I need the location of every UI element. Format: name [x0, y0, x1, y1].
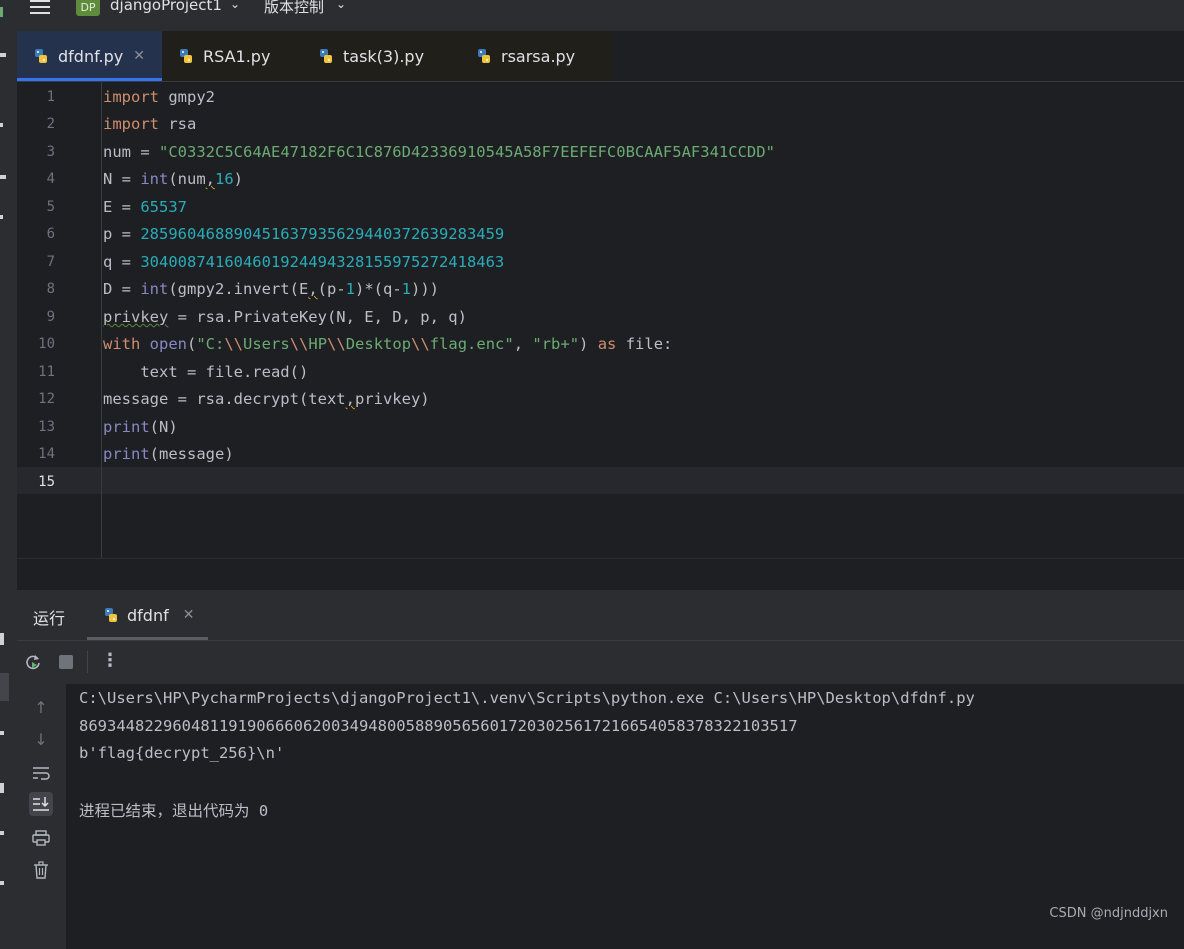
- structure-tool-icon[interactable]: [0, 175, 6, 179]
- code-editor[interactable]: 1 2 3 4 5 6 7 8 9 10 11 12 13 14 15 impo…: [17, 82, 1184, 558]
- scroll-to-end-icon[interactable]: [29, 792, 53, 816]
- code-line[interactable]: import rsa: [103, 115, 196, 133]
- console-line: C:\Users\HP\PycharmProjects\djangoProjec…: [79, 689, 975, 707]
- soft-wrap-icon[interactable]: [29, 761, 53, 785]
- line-number: 13: [38, 419, 55, 435]
- scroll-down-icon[interactable]: ↓: [29, 728, 53, 752]
- more-icon[interactable]: ⋮: [101, 650, 119, 671]
- tab-dfdnf[interactable]: dfdnf.py ✕: [17, 31, 162, 81]
- print-icon[interactable]: [29, 826, 53, 850]
- python-file-icon: [105, 608, 117, 622]
- panel-divider[interactable]: [17, 558, 1184, 591]
- vcs-menu[interactable]: 版本控制: [264, 0, 324, 17]
- run-tab-label: dfdnf: [127, 605, 169, 625]
- line-number: 11: [38, 364, 55, 380]
- run-side-toolbar: ↑ ↓: [17, 684, 66, 949]
- python-file-icon: [478, 49, 490, 63]
- active-tab-indicator: [17, 78, 162, 81]
- todo-icon[interactable]: [0, 783, 4, 793]
- menu-icon[interactable]: [30, 0, 50, 16]
- line-number-current: 15: [38, 474, 55, 490]
- tab-rsarsa[interactable]: rsarsa.py: [460, 31, 611, 81]
- code-line[interactable]: N = int(num,16): [103, 170, 243, 188]
- run-panel-title: 运行: [33, 609, 66, 628]
- tab-label: task(3).py: [343, 46, 425, 66]
- project-tool-icon[interactable]: [0, 53, 6, 57]
- code-line[interactable]: print(message): [103, 445, 234, 463]
- chevron-down-icon[interactable]: ⌄: [230, 0, 240, 11]
- tab-label: RSA1.py: [203, 46, 271, 66]
- python-file-icon: [180, 49, 192, 63]
- code-line[interactable]: text = file.read(): [103, 363, 308, 381]
- code-line[interactable]: q = 304008741604601924494328155975272418…: [103, 253, 504, 271]
- code-line[interactable]: privkey = rsa.PrivateKey(N, E, D, p, q): [103, 308, 467, 326]
- line-number: 8: [46, 281, 55, 297]
- code-line[interactable]: D = int(gmpy2.invert(E,(p-1)*(q-1))): [103, 280, 439, 298]
- current-line-highlight: [17, 467, 1184, 494]
- line-number: 2: [46, 116, 55, 132]
- run-tool-icon[interactable]: [0, 673, 9, 701]
- python-console-icon[interactable]: [0, 731, 4, 735]
- active-run-tab-indicator: [87, 637, 208, 640]
- project-badge: DP: [76, 0, 100, 16]
- rerun-icon[interactable]: [24, 653, 42, 671]
- run-toolbar: ⋮: [17, 641, 1184, 684]
- run-tab-dfdnf[interactable]: dfdnf ✕: [87, 590, 208, 640]
- bookmarks-icon[interactable]: [0, 633, 4, 645]
- watermark: CSDN @ndjnddjxn: [1049, 906, 1168, 921]
- tab-label: dfdnf.py: [58, 46, 124, 66]
- line-number: 1: [46, 89, 55, 105]
- line-number: 10: [38, 336, 55, 352]
- code-line[interactable]: E = 65537: [103, 198, 187, 216]
- console-line: b'flag{decrypt_256}\n': [79, 744, 285, 762]
- code-line[interactable]: with open("C:\\Users\\HP\\Desktop\\flag.…: [103, 335, 672, 353]
- code-line[interactable]: message = rsa.decrypt(text,privkey): [103, 390, 430, 408]
- chevron-down-icon[interactable]: ⌄: [336, 0, 346, 11]
- stop-icon[interactable]: [59, 655, 73, 669]
- commit-tool-icon[interactable]: [0, 123, 3, 127]
- trash-icon[interactable]: [29, 858, 53, 882]
- line-number: 12: [38, 391, 55, 407]
- tab-label: rsarsa.py: [501, 46, 576, 66]
- line-number: 3: [46, 144, 55, 160]
- problems-icon[interactable]: [0, 831, 4, 835]
- toolbar-separator: [87, 651, 88, 673]
- terminal-icon[interactable]: [0, 881, 4, 885]
- run-console[interactable]: C:\Users\HP\PycharmProjects\djangoProjec…: [66, 684, 1184, 949]
- code-line[interactable]: print(N): [103, 418, 178, 436]
- console-line: 进程已结束，退出代码为 0: [79, 802, 269, 820]
- line-number: 14: [38, 446, 55, 462]
- line-number: 5: [46, 199, 55, 215]
- window-edge-marker: [0, 7, 3, 17]
- code-line[interactable]: import gmpy2: [103, 88, 215, 106]
- run-panel-header: 运行 dfdnf ✕: [17, 590, 1184, 641]
- line-number: 4: [46, 171, 55, 187]
- line-number: 7: [46, 254, 55, 270]
- editor-tab-bar: dfdnf.py ✕ RSA1.py task(3).py rsarsa.py: [17, 31, 1184, 82]
- line-number-gutter: 1 2 3 4 5 6 7 8 9 10 11 12 13 14 15: [17, 82, 102, 558]
- project-selector[interactable]: djangoProject1: [110, 0, 222, 14]
- close-icon[interactable]: ✕: [133, 48, 145, 64]
- line-number: 9: [46, 309, 55, 325]
- code-line[interactable]: p = 285960468890451637935629440372639283…: [103, 225, 504, 243]
- code-line[interactable]: num = "C0332C5C64AE47182F6C1C876D4233691…: [103, 143, 775, 161]
- tab-task3[interactable]: task(3).py: [304, 31, 460, 81]
- title-bar: DP djangoProject1 ⌄ 版本控制 ⌄: [0, 0, 1184, 31]
- scroll-up-icon[interactable]: ↑: [29, 696, 53, 720]
- left-tool-strip: [0, 31, 18, 949]
- tab-rsa1[interactable]: RSA1.py: [162, 31, 304, 81]
- python-file-icon: [35, 49, 47, 63]
- console-line: 8693448229604811919066606200349480058890…: [79, 717, 798, 735]
- line-number: 6: [46, 226, 55, 242]
- more-tools-icon[interactable]: [0, 215, 3, 219]
- close-icon[interactable]: ✕: [183, 607, 195, 623]
- python-file-icon: [320, 49, 332, 63]
